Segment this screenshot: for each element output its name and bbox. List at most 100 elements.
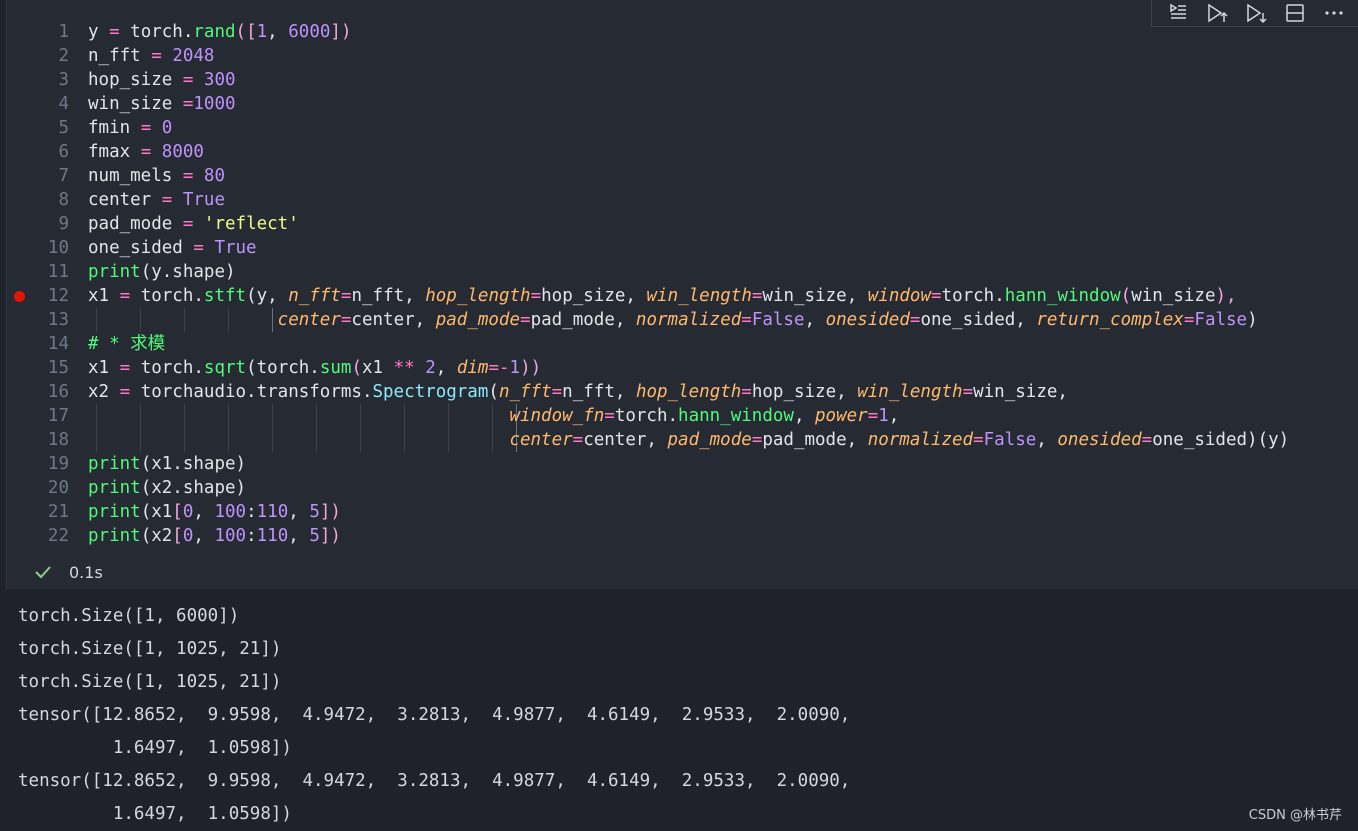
output-line: 1.6497, 1.0598]) bbox=[18, 738, 292, 758]
code-token: hop_size bbox=[88, 70, 183, 90]
line-source: one_sided = True bbox=[88, 236, 257, 260]
code-token: pad_mode bbox=[435, 310, 521, 330]
run-above-button[interactable] bbox=[1203, 2, 1231, 24]
code-token: [ bbox=[172, 526, 183, 546]
code-token: 2048 bbox=[172, 46, 215, 66]
code-token: (y, bbox=[246, 286, 289, 306]
code-token: win_length bbox=[646, 286, 752, 306]
code-token: ), bbox=[1215, 286, 1237, 306]
code-token: center, bbox=[583, 430, 668, 450]
code-token: = bbox=[193, 238, 204, 258]
code-token: hann_window bbox=[678, 406, 794, 426]
code-token: (x2 bbox=[140, 526, 173, 546]
run-below-button[interactable] bbox=[1242, 2, 1270, 24]
code-cell[interactable]: 1y = torch.rand([1, 6000]) 2 n_fft = 2048 3… bbox=[6, 0, 1358, 589]
line-source: center=center, pad_mode=pad_mode, normal… bbox=[88, 428, 1289, 452]
execute-above-button[interactable] bbox=[1164, 2, 1192, 24]
code-token: 0 bbox=[182, 526, 194, 546]
code-token: normalized bbox=[867, 430, 974, 450]
code-token: ]) bbox=[330, 22, 352, 42]
code-token: , bbox=[888, 406, 900, 426]
more-actions-button[interactable] bbox=[1320, 2, 1348, 24]
code-token: 6000 bbox=[288, 22, 331, 42]
code-token: 1000 bbox=[193, 94, 236, 114]
code-token: window_fn bbox=[509, 406, 605, 426]
code-token: = bbox=[973, 430, 984, 450]
code-token: print bbox=[88, 454, 141, 474]
code-token: =- bbox=[488, 358, 510, 378]
line-source: # * 求模 bbox=[88, 332, 165, 356]
cell-toolbar bbox=[1151, 0, 1358, 27]
code-token: sum bbox=[319, 358, 352, 378]
code-token: , bbox=[288, 502, 310, 522]
code-token: pad_mode bbox=[667, 430, 752, 450]
line-source: center = True bbox=[88, 188, 225, 212]
line-number: 9 bbox=[58, 214, 69, 234]
code-token: = bbox=[909, 310, 921, 330]
code-token: 100 bbox=[214, 526, 247, 546]
code-token: = bbox=[182, 166, 194, 186]
run-above-icon bbox=[1207, 3, 1228, 23]
execution-time: 0.1s bbox=[69, 562, 103, 582]
line-source: pad_mode = 'reflect' bbox=[88, 212, 299, 236]
code-token: n_fft bbox=[498, 382, 552, 402]
code-token: , bbox=[288, 526, 310, 546]
code-token: x2 bbox=[88, 382, 120, 402]
code-token: torch. bbox=[130, 286, 204, 306]
code-token: = bbox=[119, 382, 131, 402]
code-token: = bbox=[109, 22, 120, 42]
code-token: x1 bbox=[88, 358, 120, 378]
split-cell-button[interactable] bbox=[1281, 2, 1309, 24]
code-token: = bbox=[340, 310, 352, 330]
code-token: x1 bbox=[362, 358, 394, 378]
line-number: 12 bbox=[47, 286, 69, 306]
line-source: fmax = 8000 bbox=[88, 140, 204, 164]
code-token: pad_mode, bbox=[530, 310, 636, 330]
line-number: 15 bbox=[47, 358, 69, 378]
code-token: Spectrogram bbox=[372, 382, 489, 402]
code-token: , bbox=[1036, 430, 1058, 450]
more-icon bbox=[1324, 11, 1343, 15]
code-token: = bbox=[161, 190, 173, 210]
code-token: ) bbox=[1247, 310, 1258, 330]
code-token: 'reflect' bbox=[203, 214, 299, 234]
line-number: 3 bbox=[58, 70, 69, 90]
code-token: = bbox=[182, 70, 194, 90]
code-token: torch. bbox=[256, 358, 320, 378]
code-token: window bbox=[867, 286, 931, 306]
code-token: win_size bbox=[88, 94, 183, 114]
code-token: y bbox=[88, 22, 110, 42]
output-line: tensor([12.8652, 9.9598, 4.9472, 3.2813,… bbox=[18, 705, 851, 725]
code-token: 8000 bbox=[161, 142, 204, 162]
code-token: hop_size, bbox=[541, 286, 647, 306]
code-token: torch. bbox=[941, 286, 1005, 306]
line-number: 22 bbox=[47, 526, 69, 546]
code-token: n_fft bbox=[88, 46, 152, 66]
code-token: x1 bbox=[88, 286, 120, 306]
code-token: one_sided, bbox=[920, 310, 1037, 330]
line-number: 10 bbox=[47, 238, 69, 258]
breakpoint-icon[interactable] bbox=[14, 291, 25, 302]
line-number: 8 bbox=[58, 190, 69, 210]
code-token: win_size, bbox=[762, 286, 868, 306]
line-number: 5 bbox=[58, 118, 69, 138]
code-token: ** bbox=[393, 358, 415, 378]
code-token: print bbox=[88, 262, 141, 282]
output-line: torch.Size([1, 6000]) bbox=[18, 606, 240, 626]
code-token: = bbox=[140, 142, 152, 162]
code-token: ( bbox=[1120, 286, 1132, 306]
code-token: = bbox=[751, 286, 763, 306]
line-number: 4 bbox=[58, 94, 69, 114]
line-number: 19 bbox=[47, 454, 69, 474]
code-token: print bbox=[88, 502, 141, 522]
line-number: 6 bbox=[58, 142, 69, 162]
output-line: torch.Size([1, 1025, 21]) bbox=[18, 639, 282, 659]
